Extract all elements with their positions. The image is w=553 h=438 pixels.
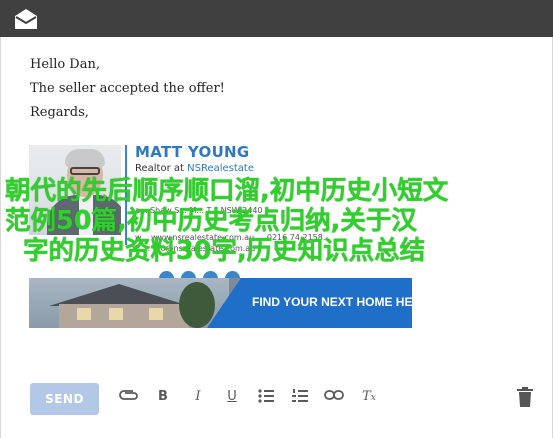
banner-cta: FIND YOUR NEXT HOME HERE: [252, 295, 412, 309]
overlay-line-3: 字的历史资料30字,历史知识点总结: [23, 236, 426, 266]
underline-icon[interactable]: U: [221, 389, 243, 404]
link-icon[interactable]: [323, 389, 345, 401]
attach-icon[interactable]: [118, 389, 140, 403]
signature-role-prefix: Realtor at: [135, 163, 188, 174]
clear-format-label: T: [362, 389, 371, 404]
compose-panel: Hello Dan, The seller accepted the offer…: [0, 37, 553, 438]
overlay-line-1: 朝代的先后顺序顺口溜,初中历史小短文: [5, 176, 449, 206]
italic-icon[interactable]: I: [187, 389, 209, 404]
numbered-list-icon[interactable]: [289, 389, 311, 403]
overlay-text: 朝代的先后顺序顺口溜,初中历史小短文 范例50篇,初中历史考点归纳,关于汉 字的…: [5, 176, 550, 266]
signature-banner[interactable]: FIND YOUR NEXT HOME HERE: [29, 278, 412, 328]
signature-org[interactable]: NSRealestate: [187, 163, 254, 174]
message-greeting[interactable]: Hello Dan,: [30, 57, 100, 72]
clear-format-icon[interactable]: Tx: [358, 389, 380, 404]
bulleted-list-icon[interactable]: [255, 389, 277, 403]
signature-role: Realtor at NSRealestate: [135, 163, 254, 174]
send-button[interactable]: SEND: [30, 383, 99, 415]
trash-icon[interactable]: [516, 387, 534, 407]
compose-toolbar: SEND B I U Tx: [1, 379, 553, 424]
overlay-line-2: 范例50篇,初中历史考点归纳,关于汉: [5, 206, 417, 236]
message-body[interactable]: The seller accepted the offer!: [30, 81, 225, 96]
message-closing[interactable]: Regards,: [30, 105, 89, 120]
signature-name: MATT YOUNG: [135, 143, 250, 161]
mail-icon[interactable]: [13, 8, 39, 30]
top-bar: [0, 0, 553, 37]
bold-icon[interactable]: B: [152, 389, 174, 404]
